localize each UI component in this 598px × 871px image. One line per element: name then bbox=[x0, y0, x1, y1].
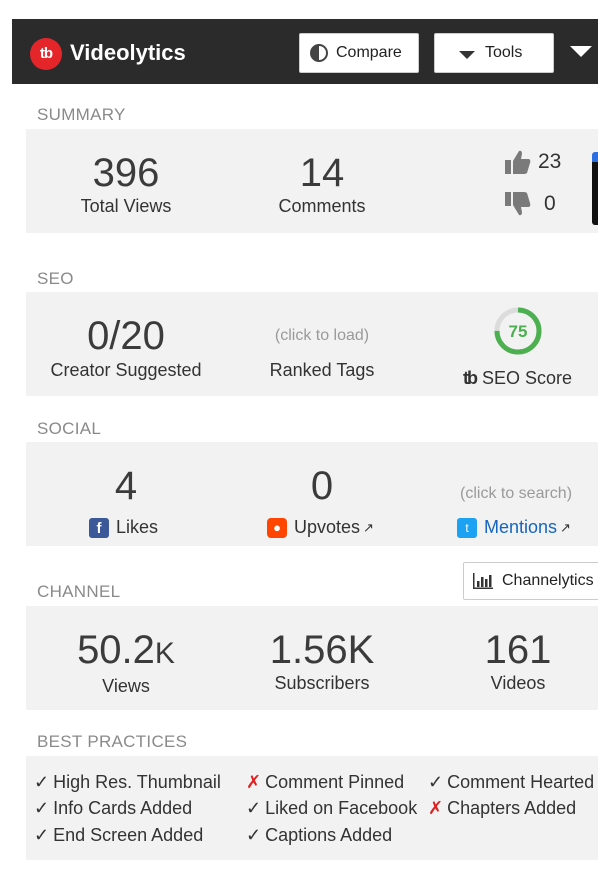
check-mark-icon: ✓ bbox=[34, 772, 50, 792]
seo-card: 0/20 Creator Suggested (click to load) R… bbox=[26, 292, 598, 396]
contrast-icon bbox=[310, 44, 328, 62]
check-mark-icon: ✓ bbox=[246, 825, 262, 845]
best-practice-item: ✓ Liked on Facebook bbox=[246, 798, 417, 819]
best-practices-card: ✓ High Res. Thumbnail ✗ Comment Pinned ✓ Comm… bbox=[26, 756, 598, 860]
bar-chart-icon bbox=[473, 573, 493, 589]
dislikes-count-row: 0 bbox=[504, 191, 556, 217]
summary-card: 396 Total Views 14 Comments 23 0 bbox=[26, 129, 598, 233]
social-card: 4 f Likes 0 ● Upvotes ↗ (click to search… bbox=[26, 442, 598, 546]
seo-score-value: 75 bbox=[509, 322, 528, 341]
best-practice-item: ✓ Comment Hearted bbox=[428, 772, 594, 793]
seo-score-caption: SEO Score bbox=[482, 368, 573, 388]
best-practice-text: Chapters Added bbox=[447, 798, 577, 818]
tools-button[interactable]: Tools bbox=[434, 33, 554, 73]
facebook-likes-caption: Likes bbox=[116, 517, 159, 537]
twitter-mentions-link[interactable]: t Mentions ↗ bbox=[457, 517, 571, 538]
thumbs-down-icon bbox=[505, 192, 531, 216]
cross-mark-icon: ✗ bbox=[428, 798, 444, 818]
comments-value: 14 bbox=[299, 151, 345, 195]
tubebuddy-logo: tb bbox=[30, 38, 62, 70]
section-label-best-practices: BEST PRACTICES bbox=[37, 732, 188, 751]
total-views-caption: Total Views bbox=[80, 196, 172, 216]
likes-count-row: 23 bbox=[504, 149, 561, 175]
check-mark-icon: ✓ bbox=[34, 798, 50, 818]
comments-caption: Comments bbox=[278, 196, 366, 216]
total-views-value: 396 bbox=[92, 151, 160, 195]
mentions-hint[interactable]: (click to search) bbox=[418, 485, 598, 503]
best-practice-text: Info Cards Added bbox=[53, 798, 193, 818]
best-practice-text: Comment Hearted bbox=[447, 772, 595, 792]
reddit-upvotes-link[interactable]: ● Upvotes ↗ bbox=[267, 517, 374, 538]
external-link-icon: ↗ bbox=[363, 519, 374, 535]
best-practice-text: Captions Added bbox=[265, 825, 393, 845]
best-practice-text: Liked on Facebook bbox=[265, 798, 418, 818]
cross-mark-icon: ✗ bbox=[246, 772, 262, 792]
app-header: tb Videolytics Compare Tools bbox=[12, 19, 598, 84]
section-label-summary: SUMMARY bbox=[37, 105, 126, 124]
seo-score-caption-row: tb SEO Score bbox=[463, 368, 572, 389]
channel-views-value: 50.2K bbox=[26, 628, 226, 673]
facebook-icon: f bbox=[89, 517, 109, 538]
seo-score-gauge: 75 bbox=[494, 307, 542, 355]
channel-subscribers-value: 1.56K bbox=[269, 628, 375, 672]
side-scroll-tab-accent bbox=[592, 152, 598, 162]
compare-label: Compare bbox=[336, 44, 402, 61]
best-practice-item: ✓ Captions Added bbox=[246, 825, 392, 846]
best-practice-text: End Screen Added bbox=[53, 825, 204, 845]
channel-views-caption: Views bbox=[102, 676, 150, 696]
check-mark-icon: ✓ bbox=[246, 798, 262, 818]
thumbs-up-icon bbox=[505, 150, 531, 174]
channel-views-number: 50.2 bbox=[77, 628, 155, 672]
twitter-icon: t bbox=[457, 517, 477, 538]
check-mark-icon: ✓ bbox=[428, 772, 444, 792]
channel-videos-caption: Videos bbox=[490, 673, 546, 693]
facebook-likes-value: 4 bbox=[114, 464, 138, 508]
menu-caret-icon[interactable] bbox=[570, 46, 592, 57]
creator-suggested-caption: Creator Suggested bbox=[50, 360, 202, 380]
caret-down-icon bbox=[459, 51, 475, 59]
section-label-seo: SEO bbox=[37, 269, 74, 288]
ranked-tags-caption: Ranked Tags bbox=[269, 360, 375, 380]
check-mark-icon: ✓ bbox=[34, 825, 50, 845]
likes-count: 23 bbox=[538, 150, 562, 173]
tubebuddy-small-icon: tb bbox=[463, 368, 478, 388]
channelytics-label: Channelytics bbox=[502, 572, 594, 589]
channel-views-suffix: K bbox=[154, 637, 175, 670]
best-practice-item: ✓ High Res. Thumbnail bbox=[34, 772, 221, 793]
ranked-tags-hint[interactable]: (click to load) bbox=[222, 327, 422, 345]
best-practice-item: ✓ Info Cards Added bbox=[34, 798, 192, 819]
app-title: Videolytics bbox=[70, 40, 186, 65]
section-label-social: SOCIAL bbox=[37, 419, 102, 438]
section-label-channel: CHANNEL bbox=[37, 582, 121, 601]
reddit-icon: ● bbox=[267, 517, 287, 538]
best-practice-item: ✗ Chapters Added bbox=[428, 798, 576, 819]
best-practice-item: ✗ Comment Pinned bbox=[246, 772, 404, 793]
channel-videos-value: 161 bbox=[484, 628, 552, 672]
side-scroll-tab[interactable] bbox=[592, 155, 598, 225]
compare-button[interactable]: Compare bbox=[299, 33, 419, 73]
reddit-upvotes-value: 0 bbox=[310, 464, 334, 508]
dislikes-count: 0 bbox=[544, 192, 556, 215]
external-link-icon: ↗ bbox=[560, 519, 571, 535]
twitter-mentions-caption: Mentions bbox=[484, 517, 558, 537]
best-practice-text: Comment Pinned bbox=[265, 772, 405, 792]
channel-card: 50.2K Views 1.56K Subscribers 161 Videos bbox=[26, 606, 598, 710]
tools-label: Tools bbox=[485, 44, 523, 61]
reddit-upvotes-caption: Upvotes bbox=[294, 517, 361, 537]
best-practice-text: High Res. Thumbnail bbox=[53, 772, 221, 792]
creator-suggested-value: 0/20 bbox=[87, 314, 165, 358]
facebook-likes-caption-row[interactable]: f Likes bbox=[89, 517, 158, 538]
channel-subscribers-caption: Subscribers bbox=[274, 673, 370, 693]
channelytics-button[interactable]: Channelytics bbox=[463, 562, 598, 600]
best-practice-item: ✓ End Screen Added bbox=[34, 825, 203, 846]
